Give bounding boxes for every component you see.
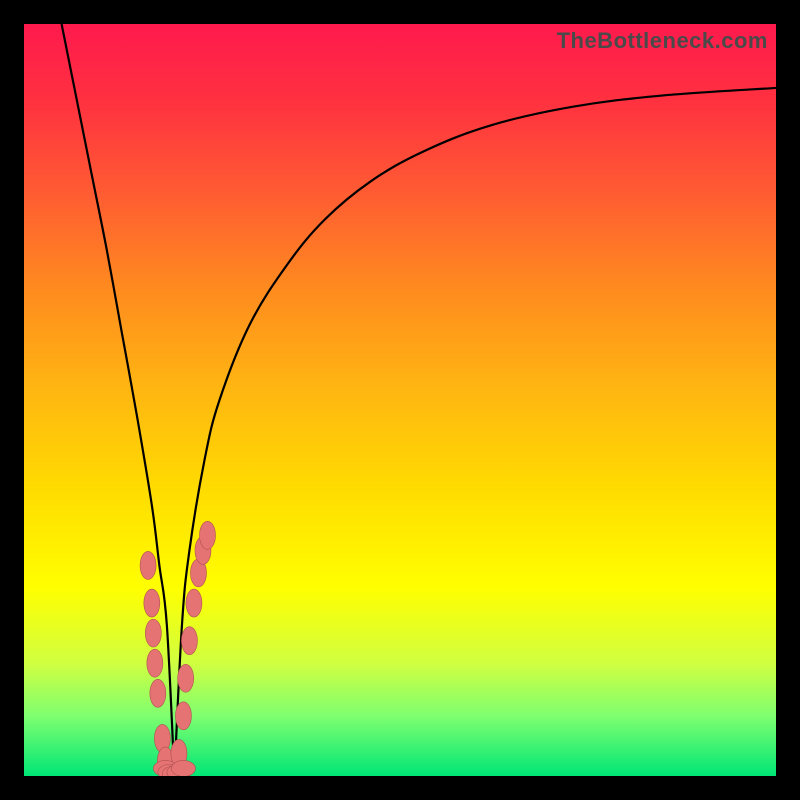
chart-frame: TheBottleneck.com bbox=[0, 0, 800, 800]
data-point bbox=[181, 627, 197, 655]
data-point bbox=[150, 679, 166, 707]
chart-overlay bbox=[24, 24, 776, 776]
data-point bbox=[186, 589, 202, 617]
data-point bbox=[178, 664, 194, 692]
data-points bbox=[140, 521, 215, 776]
bottleneck-curve-right bbox=[174, 88, 776, 776]
data-point bbox=[147, 649, 163, 677]
data-point bbox=[171, 760, 195, 776]
data-point bbox=[175, 702, 191, 730]
data-point bbox=[199, 521, 215, 549]
data-point bbox=[140, 551, 156, 579]
chart-plot-area: TheBottleneck.com bbox=[24, 24, 776, 776]
data-point bbox=[144, 589, 160, 617]
data-point bbox=[145, 619, 161, 647]
